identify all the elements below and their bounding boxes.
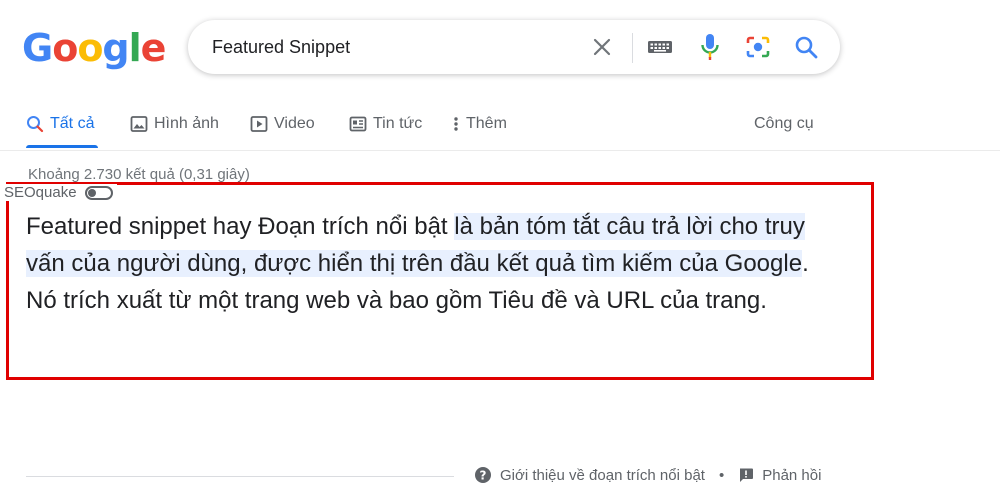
tab-label: Hình ảnh <box>154 115 219 132</box>
snippet-footer: ? Giới thiệu về đoạn trích nổi bật • Phả… <box>474 466 821 484</box>
tab-label: Tin tức <box>373 115 423 132</box>
active-tab-indicator <box>26 145 98 148</box>
image-icon <box>130 116 148 132</box>
video-icon <box>250 116 268 132</box>
logo-letter: l <box>128 26 142 70</box>
tab-news[interactable]: Tin tức <box>349 112 422 136</box>
more-vert-icon <box>454 117 458 131</box>
close-icon[interactable] <box>588 33 616 61</box>
footer-divider <box>26 476 454 477</box>
logo-letter: G <box>22 26 53 70</box>
featured-snippet-text: Featured snippet hay Đoạn trích nổi bật … <box>26 208 826 319</box>
tab-video[interactable]: Video <box>250 112 315 136</box>
mic-icon[interactable] <box>696 33 724 61</box>
search-divider <box>632 33 633 63</box>
about-snippets-link[interactable]: Giới thiệu về đoạn trích nổi bật <box>500 467 705 484</box>
search-input[interactable]: Featured Snippet <box>212 37 350 58</box>
search-icon <box>27 116 44 133</box>
logo-letter: o <box>77 26 103 70</box>
help-icon[interactable]: ? <box>474 466 492 484</box>
search-icon[interactable] <box>792 33 820 61</box>
tab-all[interactable]: Tất cả <box>26 112 94 136</box>
logo-letter: g <box>102 26 129 70</box>
result-stats: Khoảng 2.730 kết quả (0,31 giây) <box>28 166 250 183</box>
tab-label: Thêm <box>466 115 507 132</box>
search-tabs: Tất cả Hình ảnh Video Tin tức Thêm Công … <box>0 100 1000 151</box>
tab-more[interactable]: Thêm <box>452 112 507 136</box>
logo-letter: e <box>140 26 167 70</box>
camera-icon[interactable] <box>744 33 772 61</box>
google-logo[interactable]: Google <box>22 26 167 70</box>
feedback-link[interactable]: Phản hồi <box>762 467 821 484</box>
seoquake-label: SEOquake <box>4 184 77 201</box>
svg-text:?: ? <box>480 469 487 483</box>
snippet-part1: Featured snippet hay Đoạn trích nổi bật <box>26 213 455 240</box>
toggle-switch[interactable] <box>84 185 113 200</box>
keyboard-icon[interactable] <box>646 33 674 61</box>
footer-separator: • <box>718 466 725 484</box>
logo-letter: o <box>52 26 78 70</box>
seoquake-toggle[interactable]: SEOquake <box>4 184 117 201</box>
tab-label: Tất cả <box>50 115 95 132</box>
feedback-icon[interactable] <box>738 467 754 483</box>
tools-button[interactable]: Công cụ <box>754 112 814 136</box>
tab-label: Công cụ <box>754 115 814 132</box>
news-icon <box>349 116 367 132</box>
tab-label: Video <box>274 115 315 132</box>
search-box[interactable]: Featured Snippet <box>188 20 840 74</box>
tab-images[interactable]: Hình ảnh <box>130 112 219 136</box>
